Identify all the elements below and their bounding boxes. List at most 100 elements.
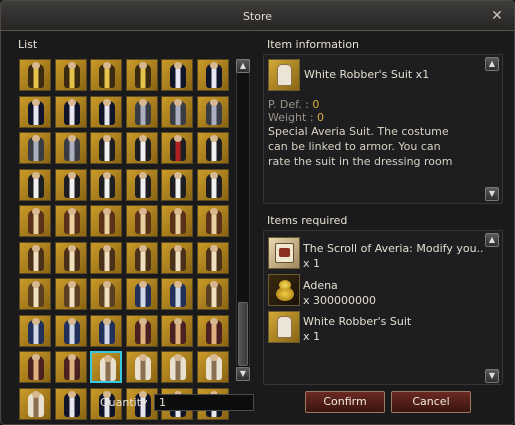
- store-item-slot[interactable]: [90, 278, 122, 310]
- costume-head: [138, 244, 147, 252]
- store-item-slot[interactable]: [161, 95, 193, 128]
- item-info-label: Item information: [267, 38, 360, 51]
- item-grid: [19, 59, 233, 420]
- store-item-slot[interactable]: [54, 278, 87, 310]
- title-bar[interactable]: Store ✕: [1, 1, 514, 31]
- costume-head: [174, 208, 182, 215]
- store-item-slot[interactable]: [54, 59, 87, 91]
- scroll-up-icon[interactable]: ▲: [485, 57, 499, 71]
- store-item-slot[interactable]: [19, 351, 51, 383]
- costume-head: [103, 244, 111, 252]
- required-item-name: The Scroll of Averia: Modify you..: [303, 242, 484, 255]
- scroll-up-icon[interactable]: ▲: [485, 233, 499, 247]
- store-item-slot[interactable]: [90, 132, 122, 164]
- store-item-slot[interactable]: [19, 132, 51, 164]
- costume-head: [103, 98, 111, 106]
- store-item-slot[interactable]: [54, 132, 87, 164]
- store-item-slot[interactable]: [161, 278, 193, 310]
- store-item-slot[interactable]: [125, 95, 158, 128]
- store-item-slot[interactable]: [161, 205, 193, 237]
- items-required-panel: The Scroll of Averia: Modify you.. x 1 A…: [263, 230, 503, 385]
- store-item-slot[interactable]: [90, 95, 122, 128]
- pdef-label: P. Def. :: [268, 98, 313, 111]
- costume-head: [103, 208, 111, 215]
- scroll-down-icon[interactable]: ▼: [236, 367, 250, 381]
- cancel-button[interactable]: Cancel: [391, 391, 471, 413]
- close-icon[interactable]: ✕: [490, 9, 504, 23]
- scroll-thumb[interactable]: [238, 302, 248, 366]
- costume-head: [67, 135, 76, 142]
- store-item-slot[interactable]: [54, 387, 87, 420]
- scroll-down-icon[interactable]: ▼: [485, 369, 499, 383]
- store-item-slot[interactable]: [19, 168, 51, 201]
- costume-head: [209, 135, 218, 142]
- confirm-button[interactable]: Confirm: [305, 391, 385, 413]
- store-item-slot[interactable]: [196, 95, 229, 128]
- store-item-slot[interactable]: [90, 59, 122, 91]
- store-item-slot[interactable]: [19, 241, 51, 274]
- store-item-slot[interactable]: [125, 205, 158, 237]
- adena-icon: [268, 274, 300, 306]
- store-item-slot[interactable]: [125, 241, 158, 274]
- store-item-slot[interactable]: [196, 59, 229, 91]
- store-item-slot[interactable]: [125, 59, 158, 91]
- store-item-slot[interactable]: [196, 132, 229, 164]
- costume-head: [67, 281, 76, 288]
- item-name: White Robber's Suit x1: [304, 68, 430, 81]
- store-item-slot[interactable]: [90, 241, 122, 274]
- store-item-slot[interactable]: [19, 205, 51, 237]
- store-item-slot[interactable]: [196, 241, 229, 274]
- store-item-slot[interactable]: [54, 95, 87, 128]
- store-item-slot[interactable]: [161, 132, 193, 164]
- costume-head: [67, 390, 76, 398]
- scroll-up-icon[interactable]: ▲: [236, 59, 250, 73]
- store-item-slot[interactable]: [54, 351, 87, 383]
- suit-icon: [268, 59, 300, 91]
- store-item-slot[interactable]: [161, 314, 193, 347]
- costume-head: [138, 208, 147, 215]
- required-scrollbar[interactable]: ▲ ▼: [485, 233, 500, 383]
- store-item-slot[interactable]: [125, 278, 158, 310]
- list-scrollbar[interactable]: ▲ ▼: [236, 59, 250, 381]
- store-item-slot[interactable]: [90, 168, 122, 201]
- costume-head: [104, 355, 112, 362]
- store-item-slot[interactable]: [19, 278, 51, 310]
- costume-head: [67, 171, 76, 179]
- pdef-value: 0: [312, 98, 320, 111]
- store-item-slot[interactable]: [125, 132, 158, 164]
- store-item-slot[interactable]: [196, 278, 229, 310]
- store-item-slot[interactable]: [125, 168, 158, 201]
- store-item-slot[interactable]: [196, 168, 229, 201]
- store-item-slot[interactable]: [125, 314, 158, 347]
- quantity-input[interactable]: [154, 394, 254, 411]
- costume-head: [174, 281, 182, 288]
- scroll-down-icon[interactable]: ▼: [485, 187, 499, 201]
- costume-head: [209, 62, 218, 69]
- store-item-slot[interactable]: [196, 205, 229, 237]
- store-item-slot[interactable]: [54, 241, 87, 274]
- store-item-slot[interactable]: [90, 351, 122, 383]
- store-item-slot[interactable]: [54, 168, 87, 201]
- store-item-slot[interactable]: [54, 314, 87, 347]
- store-item-slot[interactable]: [19, 59, 51, 91]
- store-item-slot[interactable]: [90, 314, 122, 347]
- store-item-slot[interactable]: [161, 351, 193, 383]
- info-scrollbar[interactable]: ▲ ▼: [485, 57, 500, 201]
- window-title: Store: [242, 10, 273, 23]
- store-item-slot[interactable]: [161, 59, 193, 91]
- store-item-slot[interactable]: [161, 241, 193, 274]
- store-item-slot[interactable]: [90, 205, 122, 237]
- scroll-icon: [268, 237, 300, 269]
- store-item-slot[interactable]: [19, 314, 51, 347]
- store-item-slot[interactable]: [196, 314, 229, 347]
- store-item-slot[interactable]: [161, 168, 193, 201]
- store-item-slot[interactable]: [196, 351, 229, 383]
- costume-head: [174, 354, 182, 361]
- costume-head: [103, 62, 111, 69]
- store-item-slot[interactable]: [125, 351, 158, 383]
- store-item-slot[interactable]: [54, 205, 87, 237]
- store-item-slot[interactable]: [19, 95, 51, 128]
- costume-head: [32, 208, 40, 215]
- store-item-slot[interactable]: [19, 387, 51, 420]
- costume-head: [32, 171, 40, 179]
